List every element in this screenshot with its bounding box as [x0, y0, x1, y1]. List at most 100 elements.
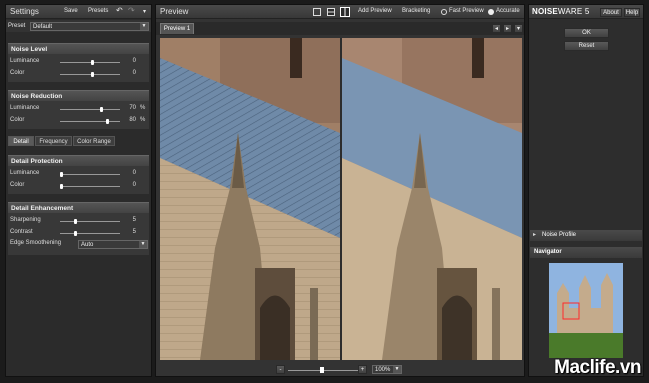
slider-value: 5	[132, 229, 136, 235]
help-button[interactable]: Help	[624, 8, 640, 17]
split-horizontal-icon[interactable]	[327, 8, 335, 16]
noise-level-section: Noise Level Luminance 0 Color 0	[8, 43, 149, 82]
save-button[interactable]: Save	[64, 8, 78, 14]
slider-value: 0	[132, 182, 136, 188]
undo-icon[interactable]: ↶	[116, 6, 123, 15]
section-title: Noise Reduction	[8, 90, 149, 101]
edge-smoothening-select[interactable]: Auto ▼	[78, 240, 148, 249]
split-divider	[340, 38, 342, 360]
slider-track[interactable]	[60, 74, 120, 75]
slider-label: Luminance	[10, 170, 40, 176]
slider[interactable]	[60, 227, 120, 238]
settings-title: Settings	[10, 7, 39, 16]
preset-value: Default	[33, 24, 53, 30]
slider-knob[interactable]	[74, 231, 77, 236]
detail-enhancement-section: Detail Enhancement Edge Smoothening Auto…	[8, 202, 149, 255]
slider[interactable]	[60, 56, 120, 67]
slider-knob[interactable]	[91, 72, 94, 77]
reset-button[interactable]: Reset	[564, 41, 609, 51]
slider-knob[interactable]	[100, 107, 103, 112]
noise-profile-header[interactable]: ▸ Noise Profile	[530, 230, 642, 241]
zoom-select[interactable]: 100% ▼	[372, 365, 402, 374]
noise-reduction-section: Noise Reduction Luminance 70% Color 80%	[8, 90, 149, 129]
zoom-slider-knob[interactable]	[320, 367, 324, 373]
preview-before	[160, 38, 340, 360]
prev-tab-icon[interactable]: ◂	[492, 24, 501, 33]
slider-label: Color	[10, 70, 25, 76]
bracketing-button[interactable]: Bracketing	[402, 8, 430, 14]
slider-track[interactable]	[60, 174, 120, 175]
navigator-thumbnail[interactable]	[549, 263, 623, 358]
slider-knob[interactable]	[60, 172, 63, 177]
slider[interactable]	[60, 180, 120, 191]
zoom-bar: - + 100% ▼	[156, 363, 524, 376]
preset-select[interactable]: Default ▼	[30, 22, 149, 31]
slider-value: 5	[132, 217, 136, 223]
tab-color-range[interactable]: Color Range	[73, 136, 115, 146]
slider-label: Color	[10, 117, 25, 123]
slider-track[interactable]	[60, 233, 120, 234]
tab-preview-1[interactable]: Preview 1	[160, 23, 194, 34]
slider-value: 0	[132, 58, 136, 64]
slider-track[interactable]	[60, 121, 120, 122]
zoom-in-button[interactable]: +	[358, 365, 367, 374]
section-title: Noise Level	[8, 43, 149, 54]
single-view-icon[interactable]	[313, 8, 321, 16]
chevron-down-icon: ▼	[140, 23, 148, 30]
ok-button[interactable]: OK	[564, 28, 609, 38]
slider[interactable]	[60, 68, 120, 79]
redo-icon[interactable]: ↷	[128, 6, 135, 15]
slider-track[interactable]	[60, 109, 120, 110]
zoom-slider-track[interactable]	[288, 370, 364, 371]
next-tab-icon[interactable]: ▸	[503, 24, 512, 33]
slider-knob[interactable]	[91, 60, 94, 65]
add-preview-button[interactable]: Add Preview	[358, 8, 392, 14]
slider-label: Sharpening	[10, 217, 41, 223]
zoom-out-button[interactable]: -	[276, 365, 285, 374]
navigator-image	[549, 263, 623, 358]
preset-row: Preset Default ▼	[6, 20, 151, 32]
slider-value: 0	[132, 70, 136, 76]
slider-label: Luminance	[10, 105, 40, 111]
slider-knob[interactable]	[60, 184, 63, 189]
tab-menu-icon[interactable]: ▾	[514, 24, 523, 33]
slider-knob[interactable]	[106, 119, 109, 124]
presets-button[interactable]: Presets	[88, 8, 108, 14]
logo-bold: NOISE	[532, 7, 558, 16]
edge-smoothening-value: Auto	[81, 242, 94, 248]
about-button[interactable]: About	[600, 8, 622, 17]
settings-menu-icon[interactable]: ▾	[143, 8, 146, 15]
app-logo: NOISEWARE 5	[532, 7, 589, 16]
preview-image[interactable]	[160, 38, 522, 360]
section-title: Detail Enhancement	[8, 202, 149, 213]
slider[interactable]	[60, 103, 120, 114]
slider[interactable]	[60, 115, 120, 126]
slider-value: 80	[129, 117, 136, 123]
preview-panel: Preview Add Preview Bracketing Fast Prev…	[155, 4, 525, 377]
detail-tabs: Detail Frequency Color Range	[8, 136, 149, 147]
slider[interactable]	[60, 168, 120, 179]
fast-preview-radio[interactable]	[441, 9, 447, 15]
settings-panel: Settings Save Presets ↶ ↷ ▾ Preset Defau…	[5, 4, 152, 377]
zoom-value: 100%	[375, 367, 391, 373]
preview-title: Preview	[160, 7, 189, 16]
chevron-down-icon: ▼	[393, 366, 401, 373]
slider-knob[interactable]	[74, 219, 77, 224]
detail-protection-section: Detail Protection Luminance 0 Color 0	[8, 155, 149, 194]
split-vertical-icon[interactable]	[340, 7, 350, 17]
navigator-header: Navigator	[530, 247, 642, 258]
expand-icon: ▸	[533, 232, 537, 238]
slider-value: 0	[132, 170, 136, 176]
chevron-down-icon: ▼	[139, 241, 147, 248]
slider-track[interactable]	[60, 186, 120, 187]
tab-detail[interactable]: Detail	[8, 136, 34, 146]
accurate-radio[interactable]	[488, 9, 494, 15]
watermark: Maclife.vn	[554, 357, 641, 378]
app-header: NOISEWARE 5 About Help	[529, 5, 643, 19]
logo-rest: WARE 5	[557, 7, 590, 16]
slider-track[interactable]	[60, 221, 120, 222]
slider-track[interactable]	[60, 62, 120, 63]
slider[interactable]	[60, 215, 120, 226]
slider-unit: %	[140, 105, 146, 111]
tab-frequency[interactable]: Frequency	[35, 136, 72, 146]
